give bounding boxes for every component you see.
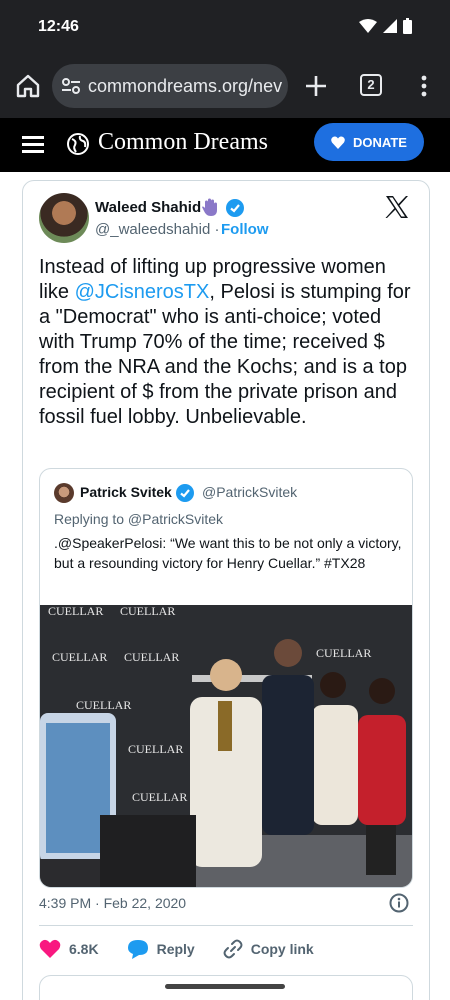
- backdrop-text: CUELLAR: [120, 605, 175, 618]
- quote-replying-to: Replying to @PatrickSvitek: [54, 511, 224, 527]
- embedded-tweet[interactable]: Waleed Shahid @_waleedshahid · Follow In…: [22, 180, 430, 1000]
- like-count: 6.8K: [69, 941, 99, 957]
- site-header: Common Dreams DONATE: [0, 118, 450, 172]
- x-logo-icon[interactable]: [385, 195, 409, 219]
- status-bar: 12:46: [0, 0, 450, 56]
- verified-badge-icon: [226, 199, 244, 217]
- handle-separator: ·: [214, 221, 220, 238]
- tweet-author-handle[interactable]: @_waleedshahid ·: [95, 221, 219, 238]
- tweet-author-name[interactable]: Waleed Shahid: [95, 199, 201, 216]
- backdrop-text: CUELLAR: [128, 742, 183, 756]
- backdrop-text: CUELLAR: [316, 646, 371, 660]
- like-button[interactable]: 6.8K: [39, 939, 99, 959]
- backdrop-text: CUELLAR: [132, 790, 187, 804]
- site-name[interactable]: Common Dreams: [98, 129, 268, 156]
- quote-text: .@SpeakerPelosi: “We want this to be not…: [54, 535, 402, 571]
- hamburger-menu-icon[interactable]: [22, 134, 44, 154]
- page-content: Waleed Shahid @_waleedshahid · Follow In…: [0, 172, 450, 1000]
- address-bar[interactable]: commondreams.org/nev: [52, 64, 288, 108]
- home-icon[interactable]: [14, 72, 42, 100]
- backdrop-text: CUELLAR: [76, 698, 131, 712]
- tweet-text-after: , Pelosi is stumping for a "Democrat" wh…: [39, 281, 411, 428]
- tweet-text: Instead of lifting up progressive women …: [39, 255, 417, 430]
- divider: [39, 925, 413, 926]
- new-tab-icon[interactable]: [302, 72, 330, 100]
- avatar[interactable]: [39, 193, 89, 243]
- donate-button[interactable]: DONATE: [314, 123, 424, 161]
- copy-link-button[interactable]: Copy link: [223, 939, 314, 959]
- url-text: commondreams.org/nev: [88, 76, 283, 96]
- tweet-timestamp[interactable]: 4:39 PM · Feb 22, 2020: [39, 895, 186, 911]
- battery-icon: [403, 18, 412, 34]
- donate-label: DONATE: [353, 134, 407, 150]
- globe-logo-icon: [67, 133, 89, 155]
- wifi-icon: [359, 19, 377, 33]
- quote-avatar: [54, 483, 74, 503]
- copy-link-label: Copy link: [250, 941, 314, 957]
- backdrop-text: CUELLAR: [124, 650, 179, 664]
- signal-icon: [383, 19, 397, 33]
- raised-hand-icon: [202, 198, 217, 216]
- reply-bubble-icon: [127, 940, 148, 959]
- reply-label: Reply: [156, 941, 195, 957]
- reply-button[interactable]: Reply: [127, 939, 195, 959]
- backdrop-text: CUELLAR: [48, 605, 103, 618]
- status-time: 12:46: [38, 18, 79, 35]
- gesture-bar[interactable]: [165, 984, 285, 989]
- event-photo: CUELLAR CUELLAR CUELLAR CUELLAR CUELLAR …: [40, 605, 412, 887]
- site-settings-icon[interactable]: [62, 78, 80, 94]
- more-menu-icon[interactable]: [414, 72, 434, 100]
- backdrop-text: CUELLAR: [52, 650, 107, 664]
- quoted-tweet[interactable]: Patrick Svitek @PatrickSvitek Replying t…: [39, 468, 413, 888]
- heart-icon: [39, 939, 61, 958]
- info-icon[interactable]: [389, 893, 409, 913]
- quote-verified-badge-icon: [176, 484, 194, 502]
- quote-photo[interactable]: CUELLAR CUELLAR CUELLAR CUELLAR CUELLAR …: [40, 605, 412, 887]
- tab-switcher-button[interactable]: 2: [360, 74, 382, 96]
- heart-icon: [331, 136, 345, 149]
- link-icon: [223, 939, 243, 959]
- quote-author-handle: @PatrickSvitek: [202, 484, 298, 500]
- tweet-mention-link[interactable]: @JCisnerosTX: [75, 281, 210, 303]
- tweet-actions: 6.8K Reply Copy link: [39, 935, 413, 963]
- follow-link[interactable]: Follow: [221, 221, 269, 238]
- status-icons: [359, 18, 412, 34]
- browser-toolbar: commondreams.org/nev 2: [0, 56, 450, 118]
- quote-author-name: Patrick Svitek: [80, 484, 172, 500]
- handle-text: @_waleedshahid: [95, 221, 211, 238]
